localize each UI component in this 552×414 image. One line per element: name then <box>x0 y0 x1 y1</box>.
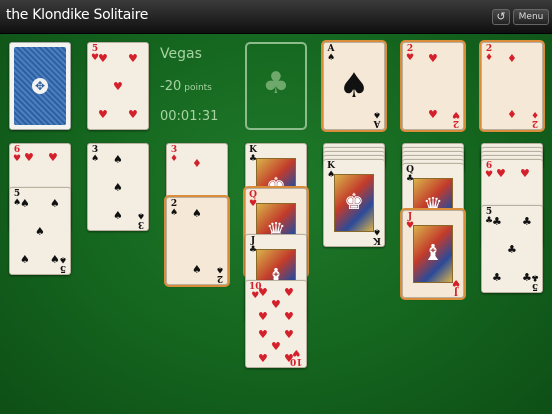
heart-pip-icon: ♥ <box>258 352 268 365</box>
menu-button[interactable]: Menu <box>513 9 549 25</box>
heart-pip-icon: ♥ <box>128 108 138 121</box>
jack-portrait-icon: ♝ <box>413 225 453 283</box>
club-pip-icon: ♣ <box>492 271 502 284</box>
card-corner: 5 ♣ <box>530 272 539 291</box>
tableau-card-2-spades[interactable]: 2 ♠ ♠ ♠ 2 ♠ <box>166 197 228 285</box>
tableau-card-king-spades[interactable]: K ♠ ♚ K ♠ <box>323 159 385 247</box>
game-timer: 00:01:31 <box>160 109 219 124</box>
card-corner: 2 ♠ <box>215 264 224 283</box>
tableau-card-10-hearts[interactable]: 10 ♥ ♥ ♥ ♥ ♥ ♥ ♥ ♥ ♥ ♥ ♥ 10 ♥ <box>245 280 307 368</box>
app-title: the Klondike Solitaire <box>6 7 149 23</box>
heart-pip-icon: ♥ <box>258 310 268 323</box>
heart-pip-icon: ♥ <box>258 286 268 299</box>
spade-pip-icon: ♠ <box>20 197 30 210</box>
tableau-card-jack-hearts[interactable]: J ♥ ♝ J ♥ <box>402 210 464 298</box>
card-corner: 3 ♠ <box>136 210 145 229</box>
top-bar: the Klondike Solitaire ↺ Menu <box>0 0 552 34</box>
club-pip-icon: ♣ <box>522 215 532 228</box>
heart-pip-icon: ♥ <box>496 167 506 180</box>
heart-pip-icon: ♥ <box>128 52 138 65</box>
stock-pile[interactable]: ✥ <box>9 42 71 130</box>
heart-pip-icon: ♥ <box>98 52 108 65</box>
card-corner: 5 ♠ <box>58 254 67 273</box>
spade-pip-icon: ♠ <box>113 153 123 166</box>
undo-button[interactable]: ↺ <box>492 9 510 25</box>
heart-pip-icon: ♥ <box>113 80 123 93</box>
spade-pip-icon: ♠ <box>113 209 123 222</box>
card-corner: 10 ♥ <box>290 347 303 366</box>
spade-pip-icon: ♠ <box>338 66 370 106</box>
card-back-emblem-icon: ✥ <box>32 78 48 94</box>
spade-pip-icon: ♠ <box>113 181 123 194</box>
tableau-card-3-spades[interactable]: 3 ♠ ♠ ♠ ♠ 3 ♠ <box>87 143 149 231</box>
foundation-card-2-diamonds[interactable]: 2 ♦ ♦ ♦ 2 ♦ <box>481 42 543 130</box>
heart-pip-icon: ♥ <box>428 52 438 65</box>
foundation-slot-empty[interactable]: ♣ <box>245 42 307 130</box>
undo-icon: ↺ <box>496 10 506 23</box>
diamond-pip-icon: ♦ <box>507 108 517 121</box>
spade-pip-icon: ♠ <box>20 253 30 266</box>
club-pip-icon: ♣ <box>507 243 517 256</box>
heart-pip-icon: ♥ <box>258 328 268 341</box>
heart-pip-icon: ♥ <box>271 340 281 353</box>
heart-pip-icon: ♥ <box>24 151 34 164</box>
card-corner: 2 ♥ <box>451 109 460 128</box>
foundation-card-ace-spades[interactable]: A ♠ ♠ A ♠ <box>323 42 385 130</box>
heart-pip-icon: ♥ <box>284 286 294 299</box>
card-corner: 2 ♠ <box>170 199 179 218</box>
diamond-pip-icon: ♦ <box>507 52 517 65</box>
waste-card[interactable]: 5 ♥ ♥ ♥ ♥ ♥ ♥ <box>87 42 149 130</box>
score-value: -20 <box>160 79 182 94</box>
card-corner: 3 ♦ <box>170 145 179 164</box>
tableau-card-5-clubs[interactable]: 5 ♣ ♣ ♣ ♣ ♣ ♣ 5 ♣ <box>481 205 543 293</box>
heart-pip-icon: ♥ <box>271 298 281 311</box>
card-corner: 2 ♦ <box>530 109 539 128</box>
spade-pip-icon: ♠ <box>50 197 60 210</box>
card-corner: 6 ♥ <box>13 145 22 164</box>
heart-pip-icon: ♥ <box>520 167 530 180</box>
heart-pip-icon: ♥ <box>284 328 294 341</box>
heart-pip-icon: ♥ <box>428 108 438 121</box>
score-unit: points <box>184 83 212 93</box>
card-corner: J ♥ <box>451 277 460 296</box>
spade-pip-icon: ♠ <box>35 225 45 238</box>
club-icon: ♣ <box>262 66 290 101</box>
heart-pip-icon: ♥ <box>48 151 58 164</box>
card-corner: 2 ♦ <box>485 44 494 63</box>
foundation-card-2-hearts[interactable]: 2 ♥ ♥ ♥ 2 ♥ <box>402 42 464 130</box>
heart-pip-icon: ♥ <box>284 310 294 323</box>
king-portrait-icon: ♚ <box>334 174 374 232</box>
score-display: -20 points <box>160 79 212 94</box>
spade-pip-icon: ♠ <box>192 263 202 276</box>
card-corner: K ♠ <box>372 226 381 245</box>
card-corner: 2 ♥ <box>406 44 415 63</box>
card-corner: 3 ♠ <box>91 145 100 164</box>
club-pip-icon: ♣ <box>492 215 502 228</box>
heart-pip-icon: ♥ <box>98 108 108 121</box>
game-mode-label: Vegas <box>160 46 202 62</box>
tableau-card-5-spades[interactable]: 5 ♠ ♠ ♠ ♠ ♠ ♠ 5 ♠ <box>9 187 71 275</box>
card-corner: A ♠ <box>372 109 381 128</box>
card-corner: 6 ♥ <box>485 161 494 180</box>
diamond-pip-icon: ♦ <box>192 157 202 170</box>
card-corner: A ♠ <box>327 44 336 63</box>
spade-pip-icon: ♠ <box>192 207 202 220</box>
